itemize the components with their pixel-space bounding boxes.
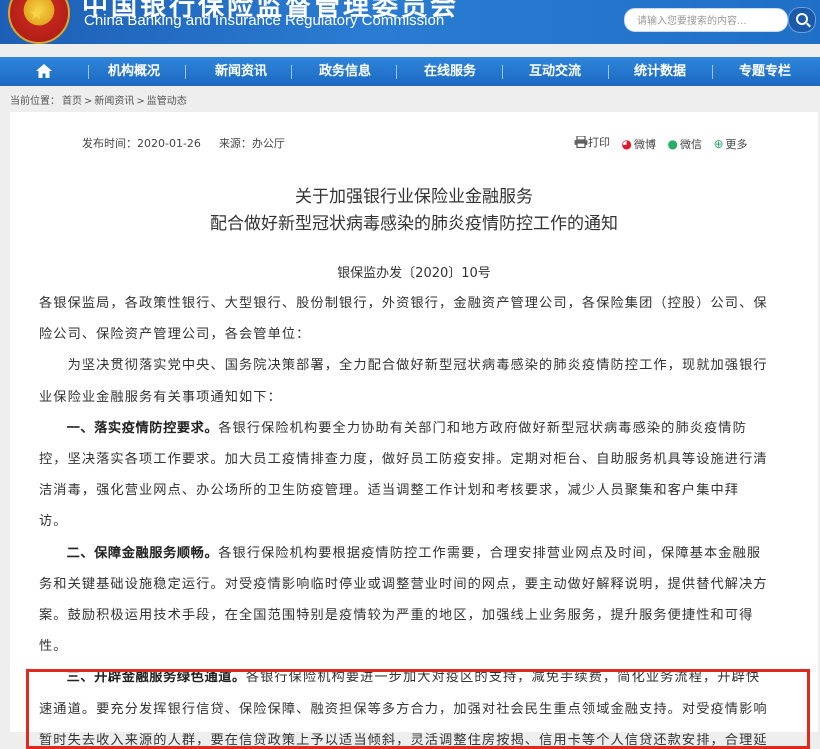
article-meta: 发布时间：2020-01-26 来源：办公厅: [82, 135, 285, 151]
line-text: 性。: [39, 639, 68, 655]
national-emblem-icon[interactable]: ★: [8, 0, 70, 44]
breadcrumb: 当前位置： 首页 > 新闻资讯 > 监管动态: [10, 92, 189, 107]
article-title-line-1: 关于加强银行业保险业金融服务: [295, 187, 533, 207]
breadcrumb-home[interactable]: 首页: [62, 96, 82, 107]
breadcrumb-current[interactable]: 监管动态: [147, 96, 187, 107]
breadcrumb-separator: >: [136, 96, 145, 107]
red-highlight-box: [26, 669, 810, 749]
search-input[interactable]: [625, 10, 783, 33]
nav-item-news[interactable]: 新闻资讯: [196, 57, 286, 86]
article-line: 洁消毒，强化营业网点、办公场所的卫生防疫管理。适当调整工作计划和考核要求，减少人…: [39, 479, 793, 498]
search-box: [624, 8, 788, 33]
line-text: 控，坚决落实各项工作要求。加大员工疫情排查力度，做好员工防疫安排。定期对柜台、自…: [39, 452, 768, 467]
article-line: 访。: [39, 510, 793, 529]
nav-item-government[interactable]: 政务信息: [300, 57, 390, 86]
line-text: 为坚决贯彻落实党中央、国务院决策部署，全力配合做好新型冠状病毒感染的肺炎疫情防控…: [39, 358, 768, 374]
search-icon: [796, 13, 808, 25]
nav-divider: [712, 65, 713, 79]
main-nav: 机构概况 新闻资讯 政务信息 在线服务 互动交流 统计数据 专题专栏: [0, 57, 820, 86]
nav-divider: [396, 65, 397, 79]
nav-home-button[interactable]: [0, 57, 88, 86]
line-text: 各银行保险机构要根据疫情防控工作需要，合理安排营业网点及时间，保障基本金融服: [218, 545, 762, 561]
weibo-label: 微博: [633, 138, 656, 151]
article-line: 各银保监局，各政策性银行、大型银行、股份制银行，外资银行，金融资产管理公司，各保…: [39, 292, 793, 311]
nav-item-about[interactable]: 机构概况: [89, 57, 179, 86]
breadcrumb-label: 当前位置：: [10, 96, 60, 107]
weibo-button[interactable]: ◕ 微博: [622, 136, 656, 152]
share-bar: 打印 ◕ 微博 ● 微信 ⊕ 更多: [574, 134, 756, 152]
line-text: 各银保监局，各政策性银行、大型银行、股份制银行，外资银行，金融资产管理公司，各保…: [39, 296, 768, 311]
article-line: 案。鼓励积极运用技术手段，在全国范围特别是疫情较为严重的地区，加强线上业务服务，…: [39, 604, 793, 623]
line-text: 访。: [39, 514, 68, 530]
article-line: 险公司、保险资产管理公司，各会管单位：: [39, 323, 793, 342]
nav-divider: [608, 65, 609, 79]
article-line: 一、落实疫情防控要求。各银行保险机构要全力协助有关部门和地方政府做好新型冠状病毒…: [39, 417, 793, 436]
article-line: 务和关键基础设施稳定运行。对受疫情影响临时停业或调整营业时间的网点，要主动做好解…: [39, 573, 793, 592]
nav-divider: [291, 65, 292, 79]
nav-item-interaction[interactable]: 互动交流: [510, 57, 600, 86]
site-title-en[interactable]: China Banking and Insurance Regulatory C…: [84, 12, 444, 29]
wechat-icon: ●: [667, 137, 678, 151]
site-header: ★ 中国银行保险监督管理委员会 China Banking and Insura…: [0, 0, 820, 44]
section-heading: 二、保障金融服务顺畅。: [39, 545, 219, 561]
date-label: 发布时间：: [82, 137, 137, 150]
plus-circle-icon: ⊕: [713, 137, 724, 151]
weibo-icon: ◕: [621, 137, 632, 151]
article-line: 性。: [39, 635, 793, 654]
printer-icon: [574, 136, 588, 148]
nav-divider: [185, 65, 186, 79]
weixin-label: 微信: [679, 138, 702, 151]
article-title-line-2: 配合做好新型冠状病毒感染的肺炎疫情防控工作的通知: [210, 214, 618, 234]
document-number: 银保监办发〔2020〕10号: [337, 266, 491, 281]
more-label: 更多: [725, 138, 748, 151]
publish-date: 2020-01-26: [137, 137, 201, 150]
nav-item-statistics[interactable]: 统计数据: [615, 57, 705, 86]
line-text: 务和关键基础设施稳定运行。对受疫情影响临时停业或调整营业时间的网点，要主动做好解…: [39, 576, 768, 592]
home-icon: [36, 64, 52, 78]
nav-item-online-service[interactable]: 在线服务: [405, 57, 495, 86]
breadcrumb-separator: >: [84, 96, 93, 107]
line-text: 业保险业金融服务有关事项通知如下：: [39, 389, 282, 405]
source-value: 办公厅: [251, 137, 285, 150]
nav-item-topics[interactable]: 专题专栏: [720, 57, 810, 86]
article-line: 业保险业金融服务有关事项通知如下：: [39, 386, 793, 405]
print-label: 打印: [588, 136, 610, 149]
line-text: 险公司、保险资产管理公司，各会管单位：: [39, 327, 311, 343]
print-button[interactable]: 打印: [574, 134, 610, 150]
article-line: 控，坚决落实各项工作要求。加大员工疫情排查力度，做好员工防疫安排。定期对柜台、自…: [39, 448, 793, 467]
section-heading: 一、落实疫情防控要求。: [39, 420, 219, 436]
article-line: 二、保障金融服务顺畅。各银行保险机构要根据疫情防控工作需要，合理安排营业网点及时…: [39, 542, 793, 561]
more-button[interactable]: ⊕ 更多: [713, 136, 747, 152]
line-text: 各银行保险机构要全力协助有关部门和地方政府做好新型冠状病毒感染的肺炎疫情防: [218, 420, 747, 436]
nav-divider: [502, 65, 503, 79]
line-text: 案。鼓励积极运用技术手段，在全国范围特别是疫情较为严重的地区，加强线上业务服务，…: [39, 608, 754, 623]
weixin-button[interactable]: ● 微信: [667, 136, 701, 152]
article-card: 发布时间：2020-01-26 来源：办公厅 打印 ◕ 微博 ● 微信 ⊕ 更多 …: [10, 112, 818, 749]
article-line: 为坚决贯彻落实党中央、国务院决策部署，全力配合做好新型冠状病毒感染的肺炎疫情防控…: [39, 354, 793, 373]
search-button[interactable]: [788, 7, 816, 33]
breadcrumb-news[interactable]: 新闻资讯: [94, 96, 134, 107]
source-label: 来源：: [218, 137, 252, 150]
line-text: 洁消毒，强化营业网点、办公场所的卫生防疫管理。适当调整工作计划和考核要求，减少人…: [39, 483, 740, 499]
